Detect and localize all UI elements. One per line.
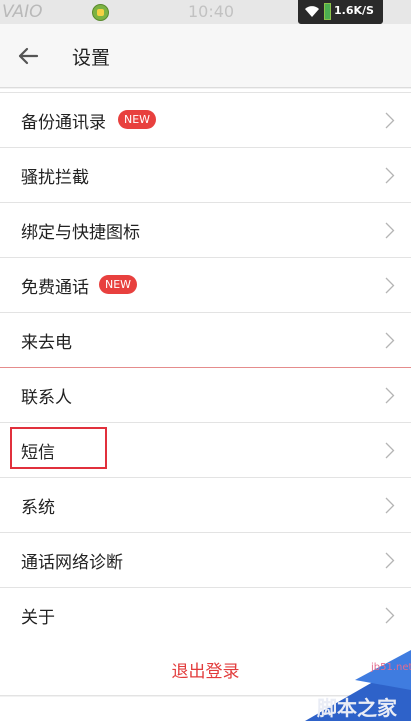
- settings-list: 备份通讯录 NEW 骚扰拦截 绑定与快捷图标 免费通话 NEW 来去电 联系人 …: [0, 89, 411, 643]
- settings-item-contacts[interactable]: 联系人: [0, 368, 411, 423]
- settings-item-harassment-block[interactable]: 骚扰拦截: [0, 148, 411, 203]
- settings-item-binding-shortcuts[interactable]: 绑定与快捷图标: [0, 203, 411, 258]
- chevron-right-icon: [385, 332, 395, 349]
- wifi-icon: [305, 6, 319, 17]
- brand-logo: VAIO: [2, 2, 43, 22]
- chevron-right-icon: [385, 607, 395, 624]
- settings-item-about[interactable]: 关于: [0, 588, 411, 643]
- bottom-area: [0, 697, 411, 721]
- logout-button[interactable]: 退出登录: [0, 640, 411, 696]
- settings-item-label: 短信: [21, 443, 55, 463]
- page-title: 设置: [72, 47, 111, 69]
- settings-item-label: 关于: [21, 608, 55, 628]
- settings-item-label: 联系人: [21, 388, 72, 408]
- battery-icon: [324, 3, 331, 20]
- chevron-right-icon: [385, 442, 395, 459]
- network-speed: 1.6K/S: [334, 4, 374, 17]
- chevron-right-icon: [385, 277, 395, 294]
- settings-item-network-diagnosis[interactable]: 通话网络诊断: [0, 533, 411, 588]
- app-notification-icon: [92, 4, 109, 21]
- settings-item-system[interactable]: 系统: [0, 478, 411, 533]
- settings-item-label: 备份通讯录: [21, 113, 106, 133]
- settings-item-label: 免费通话: [21, 278, 89, 298]
- chevron-right-icon: [385, 222, 395, 239]
- settings-item-label: 系统: [21, 498, 55, 518]
- chevron-right-icon: [385, 112, 395, 129]
- new-badge: NEW: [118, 110, 157, 129]
- settings-item-free-calls[interactable]: 免费通话 NEW: [0, 258, 411, 313]
- logout-label: 退出登录: [171, 662, 240, 682]
- app-header: 设置: [0, 24, 411, 88]
- settings-item-label: 骚扰拦截: [21, 168, 89, 188]
- chevron-right-icon: [385, 497, 395, 514]
- chevron-right-icon: [385, 552, 395, 569]
- settings-item-label: 通话网络诊断: [21, 553, 123, 573]
- chevron-right-icon: [385, 387, 395, 404]
- settings-item-sms[interactable]: 短信: [0, 423, 411, 478]
- back-arrow-icon[interactable]: [16, 44, 40, 68]
- chevron-right-icon: [385, 167, 395, 184]
- new-badge: NEW: [99, 275, 138, 294]
- settings-item-incoming-outgoing-calls[interactable]: 来去电: [0, 313, 411, 368]
- status-bar: VAIO 10:40 1.6K/S: [0, 0, 411, 24]
- settings-item-backup-contacts[interactable]: 备份通讯录 NEW: [0, 93, 411, 148]
- clock: 10:40: [188, 2, 235, 21]
- status-indicators: 1.6K/S: [298, 0, 383, 24]
- settings-item-label: 绑定与快捷图标: [21, 223, 140, 243]
- settings-item-label: 来去电: [21, 333, 72, 353]
